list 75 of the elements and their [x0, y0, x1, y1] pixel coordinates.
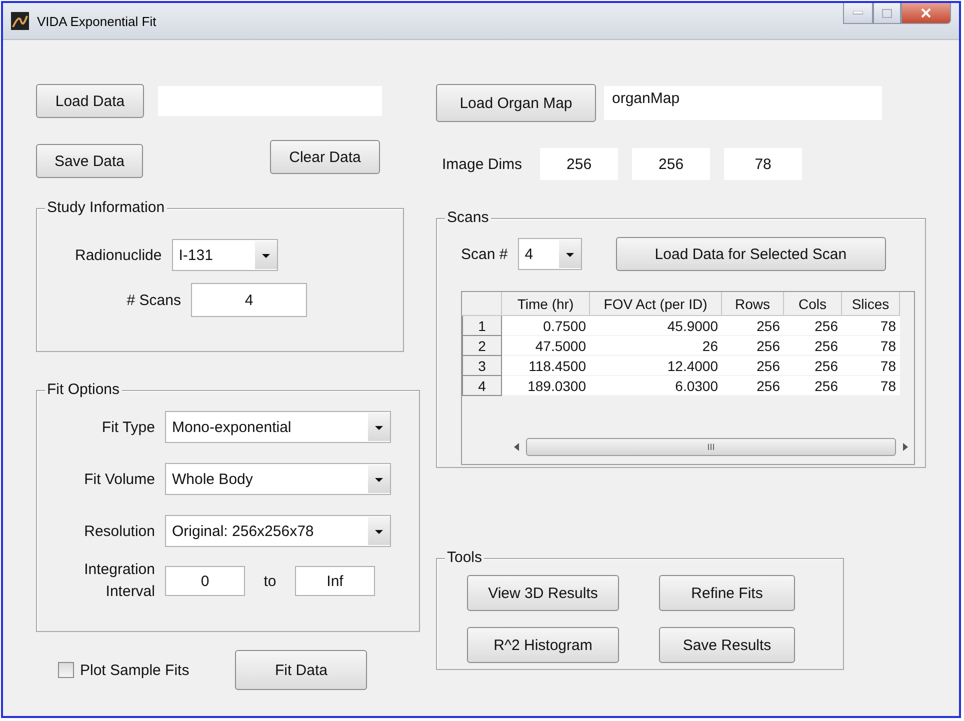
row-header: 3 — [462, 356, 502, 376]
window-title: VIDA Exponential Fit — [37, 14, 156, 28]
checkbox-label: Plot Sample Fits — [80, 662, 190, 678]
minimize-button[interactable] — [843, 3, 873, 24]
field-label: Resolution — [83, 522, 155, 540]
table-cell: 0.7500 — [502, 316, 590, 336]
table-cell: 256 — [784, 336, 842, 356]
maximize-icon — [882, 8, 892, 18]
checkbox[interactable] — [58, 662, 74, 678]
close-icon — [921, 8, 931, 18]
table-cell: 256 — [722, 316, 784, 336]
column-header: Cols — [784, 292, 842, 316]
table-cell: 78 — [842, 356, 900, 376]
scroll-right-icon[interactable] — [902, 443, 908, 451]
group-title: Study Information — [45, 199, 167, 216]
table-cell: 256 — [722, 376, 784, 396]
row-header: 4 — [462, 376, 502, 396]
load-data-button[interactable]: Load Data — [36, 84, 144, 118]
tool-button[interactable]: Refine Fits — [659, 575, 795, 611]
interval-start-field[interactable]: 0 — [165, 566, 245, 596]
dimension-field[interactable]: 256 — [540, 148, 618, 180]
radionuclide-dropdown[interactable]: I-131 — [172, 239, 278, 271]
table-cell: 6.0300 — [590, 376, 722, 396]
interval-end-field[interactable]: Inf — [295, 566, 375, 596]
table-cell: 47.5000 — [502, 336, 590, 356]
table-cell: 26 — [590, 336, 722, 356]
table-cell: 256 — [784, 356, 842, 376]
option-dropdown[interactable]: Whole Body — [165, 463, 391, 495]
dimension-field[interactable]: 256 — [632, 148, 710, 180]
close-button[interactable] — [901, 3, 951, 24]
to-label: to — [262, 572, 278, 590]
group-title: Fit Options — [45, 381, 122, 398]
table-cell: 256 — [722, 356, 784, 376]
clear-data-button[interactable]: Clear Data — [270, 140, 380, 174]
tool-button[interactable]: R^2 Histogram — [467, 627, 619, 663]
scrollbar-thumb[interactable]: III — [526, 438, 896, 456]
field-label: # Scans — [126, 292, 181, 308]
column-header: Slices — [842, 292, 900, 316]
dimension-field[interactable]: 78 — [724, 148, 802, 180]
table-cell: 256 — [784, 316, 842, 336]
table-cell: 189.0300 — [502, 376, 590, 396]
table-cell: 78 — [842, 376, 900, 396]
maximize-button[interactable] — [873, 3, 901, 24]
table-cell: 78 — [842, 336, 900, 356]
scroll-left-icon[interactable] — [514, 443, 520, 451]
save-data-button[interactable]: Save Data — [36, 144, 143, 178]
scan-number-label: Scan # — [461, 246, 508, 262]
field-label: Fit Type — [100, 418, 155, 436]
table-cell: 256 — [784, 376, 842, 396]
option-dropdown[interactable]: Mono-exponential — [165, 411, 391, 443]
minimize-icon — [853, 11, 863, 15]
table-cell: 118.4500 — [502, 356, 590, 376]
row-header: 1 — [462, 316, 502, 336]
fit-data-button[interactable]: Fit Data — [235, 650, 368, 690]
column-header: FOV Act (per ID) — [590, 292, 722, 316]
field-label: Integration Interval — [83, 560, 155, 602]
organ-map-field[interactable]: organMap — [604, 86, 882, 120]
load-organ-map-button[interactable]: Load Organ Map — [436, 84, 596, 122]
load-scan-button[interactable]: Load Data for Selected Scan — [616, 237, 886, 271]
image-dims-label: Image Dims — [442, 156, 522, 172]
app-icon — [11, 12, 29, 30]
scans-field[interactable]: 4 — [191, 283, 307, 317]
table-cell: 45.9000 — [590, 316, 722, 336]
field-label: Fit Volume — [83, 470, 155, 488]
field-label: Radionuclide — [75, 246, 162, 264]
row-header: 2 — [462, 336, 502, 356]
tool-button[interactable]: Save Results — [659, 627, 795, 663]
option-dropdown[interactable]: Original: 256x256x78 — [165, 515, 391, 547]
tool-button[interactable]: View 3D Results — [467, 575, 619, 611]
column-header: Time (hr) — [502, 292, 590, 316]
column-header: Rows — [722, 292, 784, 316]
table-cell: 78 — [842, 316, 900, 336]
table-cell: 256 — [722, 336, 784, 356]
scan-dropdown[interactable]: 4 — [518, 238, 582, 270]
table-cell: 12.4000 — [590, 356, 722, 376]
